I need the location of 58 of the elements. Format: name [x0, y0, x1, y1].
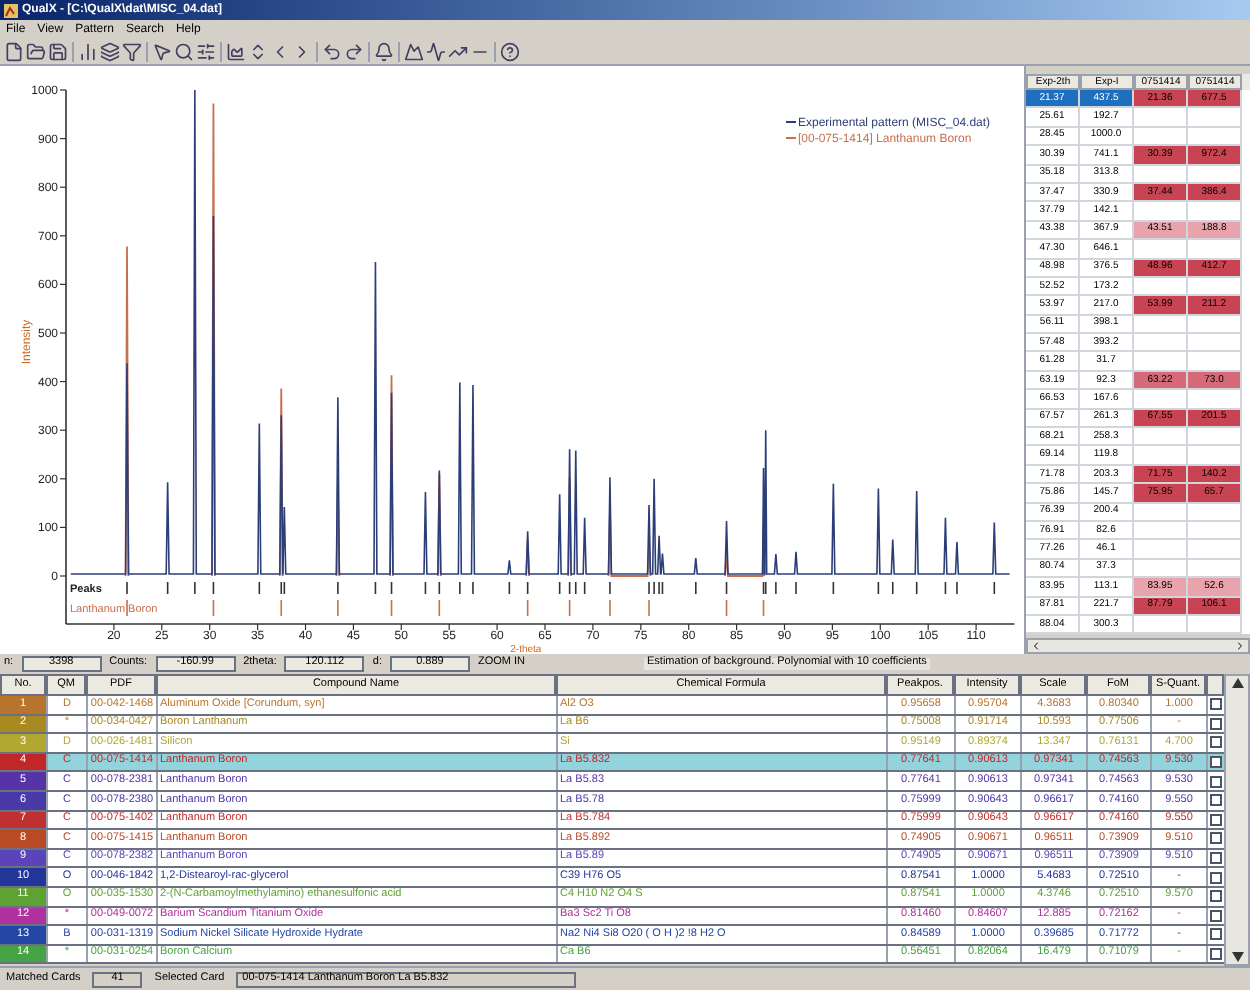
checkbox[interactable]: [1210, 756, 1222, 769]
table-cell: [1134, 240, 1188, 260]
checkbox[interactable]: [1210, 813, 1222, 826]
layers-icon[interactable]: [100, 41, 120, 61]
table-cell: [1188, 240, 1242, 260]
column-header: [1206, 674, 1224, 696]
checkbox[interactable]: [1210, 871, 1222, 884]
folder-icon[interactable]: [26, 41, 46, 61]
checkbox[interactable]: [1210, 948, 1222, 961]
checkbox[interactable]: [1210, 794, 1222, 807]
table-cell: [1134, 540, 1188, 560]
peak-icon[interactable]: [404, 41, 424, 61]
table-cell: [1134, 428, 1188, 447]
scroll-up-icon[interactable]: [1231, 678, 1243, 688]
table-cell: [1134, 334, 1188, 353]
table-cell: [1134, 202, 1188, 222]
table-cell: [1134, 390, 1188, 410]
save-icon[interactable]: [48, 41, 68, 61]
checkbox[interactable]: [1210, 928, 1222, 941]
help-icon[interactable]: [500, 41, 520, 61]
table-cell: [1188, 202, 1242, 222]
trend-icon[interactable]: [448, 41, 468, 61]
table-cell: [1188, 428, 1242, 447]
checkbox[interactable]: [1210, 890, 1222, 903]
table-cell: [1188, 390, 1242, 410]
area-chart-icon[interactable]: [226, 41, 246, 61]
checkbox[interactable]: [1210, 717, 1222, 730]
up-down-arrows-icon[interactable]: [248, 41, 268, 61]
table-cell: [1134, 446, 1188, 466]
new-file-icon[interactable]: [4, 41, 24, 61]
checkbox[interactable]: [1210, 909, 1222, 922]
search-icon[interactable]: [174, 41, 194, 61]
sliders-icon[interactable]: [196, 41, 216, 61]
table-cell: [1134, 352, 1188, 372]
bell-icon[interactable]: [374, 41, 394, 61]
filter-icon[interactable]: [122, 41, 142, 61]
checkbox[interactable]: [1210, 698, 1222, 711]
pulse-icon[interactable]: [426, 41, 446, 61]
table-cell: [1188, 334, 1242, 353]
table-cell: [1188, 108, 1242, 128]
checkbox[interactable]: [1210, 736, 1222, 749]
table-cell: [1188, 446, 1242, 466]
checkbox[interactable]: [1210, 775, 1222, 788]
checkbox[interactable]: [1210, 852, 1222, 865]
app-icon: [4, 3, 18, 17]
scroll-right-icon[interactable]: [1234, 640, 1246, 652]
redo-icon[interactable]: [344, 41, 364, 61]
scroll-down-icon[interactable]: [1231, 952, 1243, 962]
table-cell: [1188, 352, 1242, 372]
bar-chart-icon[interactable]: [78, 41, 98, 61]
checkbox[interactable]: [1210, 832, 1222, 845]
table-cell: [1134, 108, 1188, 128]
pointer-icon[interactable]: [152, 41, 172, 61]
horizontal-scrollbar[interactable]: [1026, 638, 1250, 654]
vertical-scrollbar[interactable]: [1224, 674, 1250, 966]
undo-icon[interactable]: [322, 41, 342, 61]
scroll-left-icon[interactable]: [1030, 640, 1042, 652]
table-cell: [1188, 540, 1242, 560]
